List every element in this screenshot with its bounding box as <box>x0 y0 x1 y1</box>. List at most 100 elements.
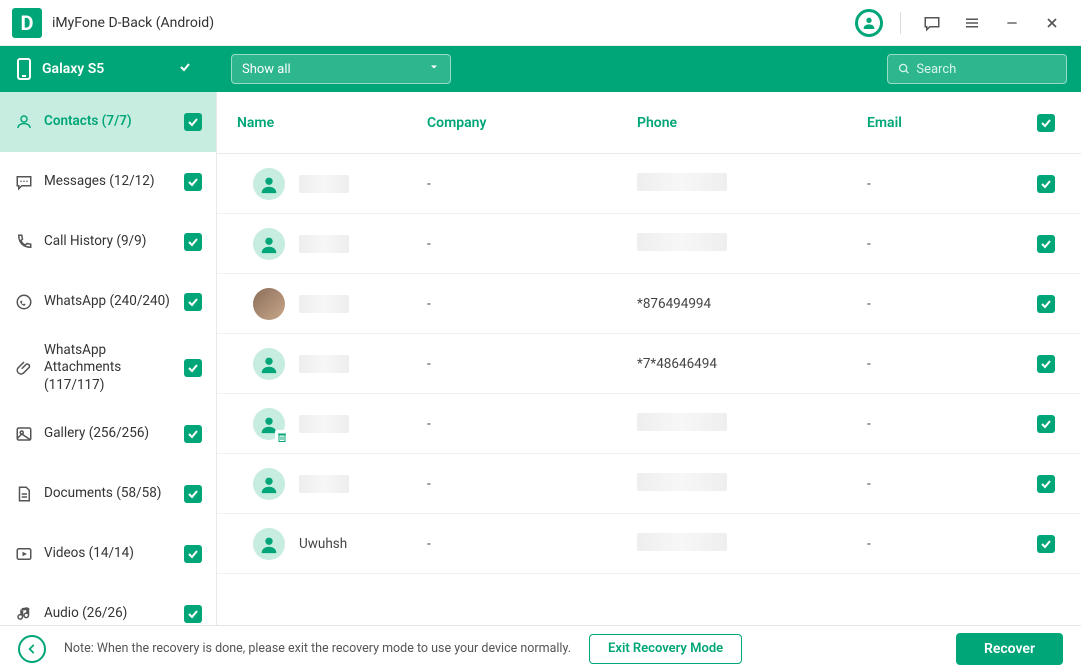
table-row[interactable]: - - <box>217 154 1081 214</box>
chat-icon <box>923 14 941 32</box>
contact-avatar <box>253 228 285 260</box>
device-name: Galaxy S5 <box>42 61 104 77</box>
sidebar-item-label: WhatsApp Attachments (117/117) <box>44 342 184 395</box>
name-redacted <box>299 295 349 313</box>
sidebar-item-checkbox[interactable] <box>184 173 202 191</box>
contact-phone: *7*48646494 <box>637 356 717 372</box>
header-email[interactable]: Email <box>867 115 1031 131</box>
clip-icon <box>14 359 34 377</box>
sidebar: Contacts (7/7) Messages (12/12) Call His… <box>0 92 217 625</box>
table-row[interactable]: Uwuhsh - - <box>217 514 1081 574</box>
name-redacted <box>299 415 349 433</box>
sidebar-item-label: Audio (26/26) <box>44 605 184 623</box>
contact-name: Uwuhsh <box>299 536 347 552</box>
sidebar-item-label: Call History (9/9) <box>44 233 184 251</box>
chevron-down-icon <box>428 61 440 77</box>
minimize-button[interactable] <box>995 6 1029 40</box>
sidebar-item[interactable]: Contacts (7/7) <box>0 92 216 152</box>
sidebar-item[interactable]: Videos (14/14) <box>0 524 216 584</box>
table-row[interactable]: - *7*48646494 - <box>217 334 1081 394</box>
name-redacted <box>299 475 349 493</box>
document-icon <box>14 485 34 503</box>
contact-company: - <box>427 356 637 372</box>
menu-icon <box>963 14 981 32</box>
contact-avatar <box>253 168 285 200</box>
contact-avatar <box>253 408 285 440</box>
row-checkbox[interactable] <box>1031 355 1061 373</box>
sidebar-item-checkbox[interactable] <box>184 113 202 131</box>
account-button[interactable] <box>852 6 886 40</box>
contact-company: - <box>427 296 637 312</box>
sidebar-item-checkbox[interactable] <box>184 233 202 251</box>
contact-company: - <box>427 536 637 552</box>
row-checkbox[interactable] <box>1031 475 1061 493</box>
user-icon <box>855 9 883 37</box>
header-phone[interactable]: Phone <box>637 115 867 131</box>
row-checkbox[interactable] <box>1031 535 1061 553</box>
contact-avatar <box>253 528 285 560</box>
sidebar-item-checkbox[interactable] <box>184 425 202 443</box>
exit-recovery-button[interactable]: Exit Recovery Mode <box>589 634 742 664</box>
sidebar-item-checkbox[interactable] <box>184 293 202 311</box>
minimize-icon <box>1004 15 1020 31</box>
sidebar-item[interactable]: Audio (26/26) <box>0 584 216 625</box>
contact-email: - <box>867 536 1031 552</box>
contact-email: - <box>867 476 1031 492</box>
sidebar-item-label: WhatsApp (240/240) <box>44 293 184 311</box>
search-input[interactable] <box>916 62 1056 77</box>
menu-button[interactable] <box>955 6 989 40</box>
message-icon <box>14 173 34 191</box>
row-checkbox[interactable] <box>1031 295 1061 313</box>
feedback-button[interactable] <box>915 6 949 40</box>
sidebar-item-checkbox[interactable] <box>184 605 202 623</box>
footer: Note: When the recovery is done, please … <box>0 625 1081 671</box>
phone-icon <box>16 58 32 80</box>
header-name[interactable]: Name <box>217 115 427 131</box>
search-box[interactable] <box>887 54 1067 84</box>
titlebar: D iMyFone D-Back (Android) <box>0 0 1081 46</box>
contact-phone: *876494994 <box>637 296 711 312</box>
recover-button[interactable]: Recover <box>956 633 1063 665</box>
header-company[interactable]: Company <box>427 115 637 131</box>
header-checkbox[interactable] <box>1031 114 1061 132</box>
phone-redacted <box>637 413 727 431</box>
table-row[interactable]: - - <box>217 454 1081 514</box>
sidebar-item[interactable]: Gallery (256/256) <box>0 404 216 464</box>
filter-dropdown[interactable]: Show all <box>231 54 451 84</box>
table-row[interactable]: - *876494994 - <box>217 274 1081 334</box>
sidebar-item-label: Videos (14/14) <box>44 545 184 563</box>
phone-redacted <box>637 533 727 551</box>
sidebar-item[interactable]: Call History (9/9) <box>0 212 216 272</box>
footer-note: Note: When the recovery is done, please … <box>64 641 571 656</box>
trash-icon <box>275 430 289 444</box>
table-row[interactable]: - - <box>217 394 1081 454</box>
device-selector[interactable]: Galaxy S5 <box>0 46 217 92</box>
contact-email: - <box>867 236 1031 252</box>
back-button[interactable] <box>18 635 46 663</box>
contact-company: - <box>427 176 637 192</box>
row-checkbox[interactable] <box>1031 175 1061 193</box>
sidebar-item-checkbox[interactable] <box>184 485 202 503</box>
sidebar-item[interactable]: Messages (12/12) <box>0 152 216 212</box>
close-button[interactable] <box>1035 6 1069 40</box>
row-checkbox[interactable] <box>1031 235 1061 253</box>
contact-email: - <box>867 176 1031 192</box>
sidebar-item-checkbox[interactable] <box>184 545 202 563</box>
sidebar-item[interactable]: WhatsApp (240/240) <box>0 272 216 332</box>
sidebar-item[interactable]: WhatsApp Attachments (117/117) <box>0 332 216 404</box>
contact-company: - <box>427 236 637 252</box>
table-row[interactable]: - - <box>217 214 1081 274</box>
video-icon <box>14 545 34 563</box>
contact-icon <box>14 113 34 131</box>
name-redacted <box>299 175 349 193</box>
row-checkbox[interactable] <box>1031 415 1061 433</box>
content-area: Name Company Phone Email - - - - - <box>217 92 1081 625</box>
phone-redacted <box>637 233 727 251</box>
sidebar-item[interactable]: Documents (58/58) <box>0 464 216 524</box>
toolbar: Galaxy S5 Show all <box>0 46 1081 92</box>
name-redacted <box>299 235 349 253</box>
sidebar-item-checkbox[interactable] <box>184 359 202 377</box>
name-redacted <box>299 355 349 373</box>
table-header: Name Company Phone Email <box>217 92 1081 154</box>
contact-company: - <box>427 476 637 492</box>
